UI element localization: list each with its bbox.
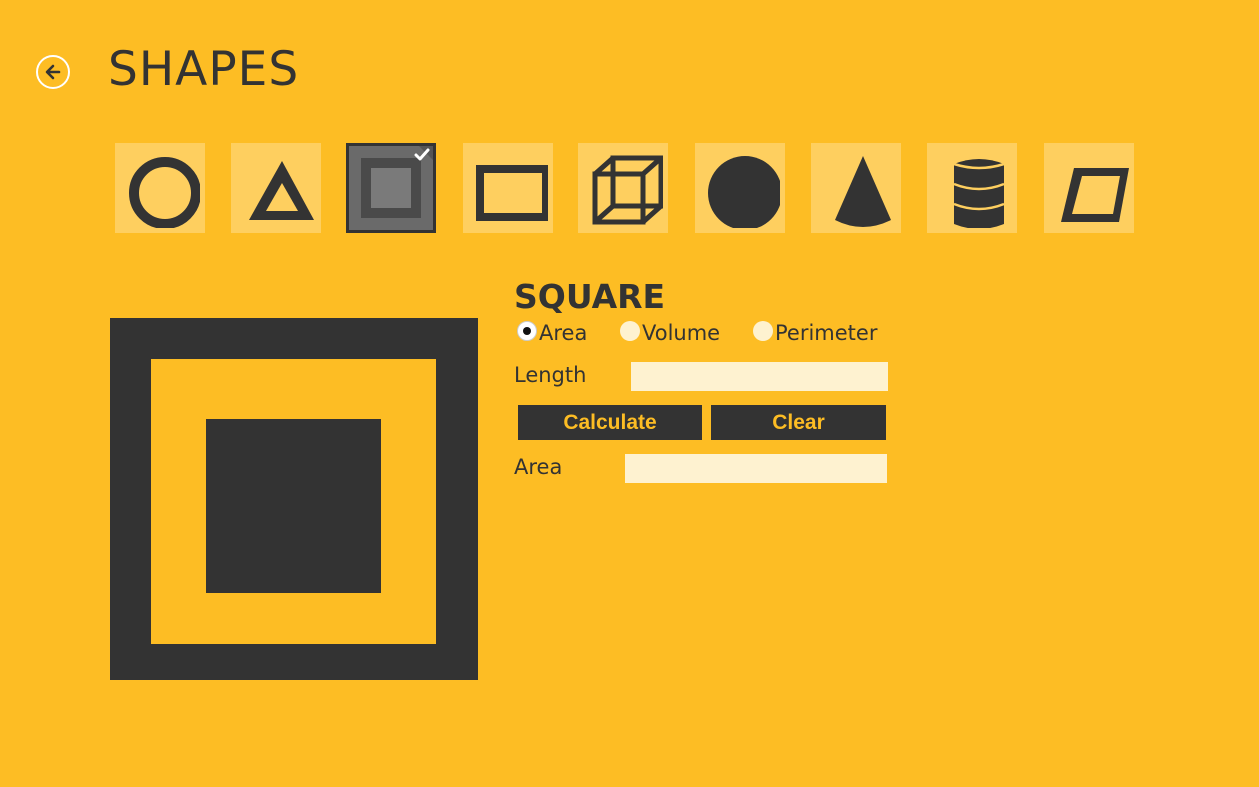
tile-sphere[interactable]	[695, 143, 785, 233]
checkmark-icon	[414, 148, 430, 161]
radio-perimeter-label: Perimeter	[775, 321, 878, 345]
tile-circle[interactable]	[115, 143, 205, 233]
sphere-icon	[708, 156, 780, 228]
radio-perimeter[interactable]: Perimeter	[753, 320, 878, 345]
radio-unselected-indicator[interactable]	[753, 320, 773, 341]
length-label: Length	[514, 363, 587, 387]
back-button[interactable]	[36, 55, 70, 89]
clear-button[interactable]: Clear	[711, 405, 886, 440]
result-field[interactable]	[625, 454, 887, 483]
radio-volume[interactable]: Volume	[620, 320, 721, 345]
length-input[interactable]	[631, 362, 888, 391]
tile-square[interactable]	[346, 143, 436, 233]
radio-area[interactable]: Area	[517, 320, 588, 345]
back-arrow-icon	[45, 64, 61, 80]
page-title: SHAPES	[108, 42, 300, 97]
shape-name-heading: SQUARE	[514, 277, 666, 316]
radio-unselected-indicator[interactable]	[620, 320, 640, 341]
calculate-button[interactable]: Calculate	[518, 405, 702, 440]
result-label: Area	[514, 455, 563, 479]
rectangle-icon	[476, 165, 548, 221]
tile-cone[interactable]	[811, 143, 901, 233]
parallelogram-icon	[1061, 168, 1129, 222]
square-preview-image	[110, 318, 478, 680]
tile-cylinder[interactable]	[927, 143, 1017, 233]
radio-selected-indicator[interactable]	[517, 320, 537, 341]
cylinder-icon	[953, 159, 1005, 228]
measure-options: Area Volume Perimeter	[517, 320, 897, 349]
tile-parallelogram[interactable]	[1044, 143, 1134, 233]
triangle-icon	[249, 161, 314, 220]
cone-icon	[835, 156, 891, 227]
circle-icon	[129, 157, 200, 228]
radio-volume-label: Volume	[642, 321, 721, 345]
tile-rectangle[interactable]	[463, 143, 553, 233]
radio-area-label: Area	[539, 321, 588, 345]
tile-cube[interactable]	[578, 143, 668, 233]
shape-preview	[110, 318, 478, 680]
tile-triangle[interactable]	[231, 143, 321, 233]
cube-icon	[592, 155, 663, 225]
